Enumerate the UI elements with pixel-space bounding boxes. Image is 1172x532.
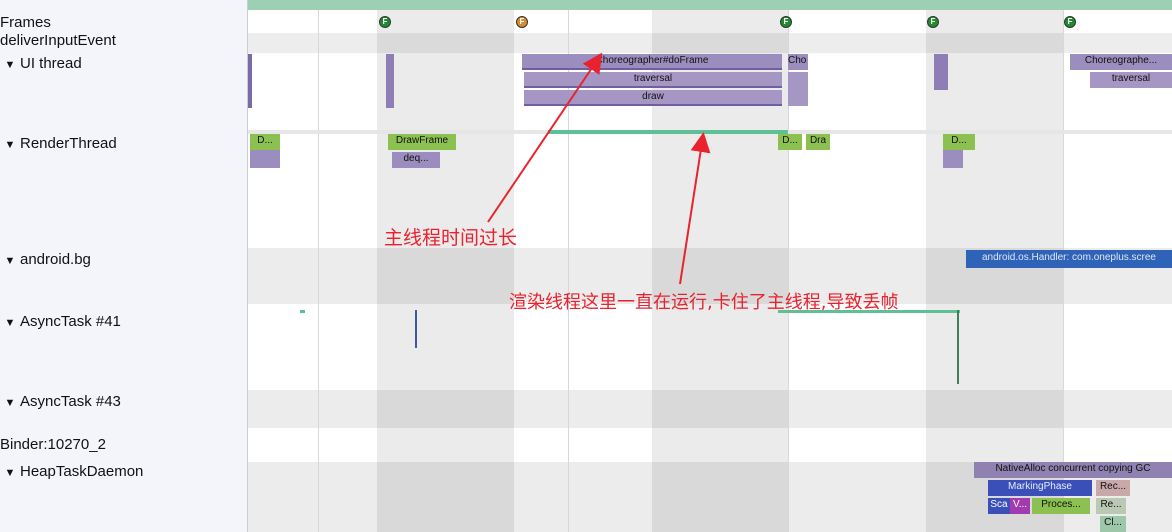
- track-label: android.bg: [20, 251, 91, 268]
- track-label: AsyncTask #41: [20, 313, 121, 330]
- track-asynctask-43[interactable]: ▼ AsyncTask #43: [0, 393, 121, 410]
- track-label: RenderThread: [20, 135, 117, 152]
- timeline-view[interactable]: F F F F F Choreographer#doFrame traversa…: [248, 0, 1172, 532]
- expand-triangle-icon[interactable]: ▼: [0, 467, 20, 479]
- track-ui-thread[interactable]: ▼ UI thread: [0, 55, 82, 72]
- track-label: HeapTaskDaemon: [20, 463, 144, 480]
- annotation-arrows: [487, 52, 711, 285]
- arrow-to-main-thread: [487, 52, 603, 223]
- expand-triangle-icon[interactable]: ▼: [0, 139, 20, 151]
- expand-triangle-icon[interactable]: ▼: [0, 59, 20, 71]
- track-heap-task-daemon[interactable]: ▼ HeapTaskDaemon: [0, 463, 144, 480]
- track-asynctask-41[interactable]: ▼ AsyncTask #41: [0, 313, 121, 330]
- annotation-main-thread-too-long: 主线程时间过长: [384, 227, 518, 249]
- expand-triangle-icon[interactable]: ▼: [0, 397, 20, 409]
- track-label: Binder:10270_2: [0, 436, 106, 453]
- track-label: Frames: [0, 14, 51, 31]
- track-label: AsyncTask #43: [20, 393, 121, 410]
- expand-triangle-icon[interactable]: ▼: [0, 317, 20, 329]
- annotation-render-thread-blocking: 渲染线程这里一直在运行,卡住了主线程,导致丢帧: [509, 292, 899, 313]
- track-binder[interactable]: Binder:10270_2: [0, 436, 106, 453]
- track-frames[interactable]: Frames: [0, 14, 51, 31]
- expand-triangle-icon[interactable]: ▼: [0, 255, 20, 267]
- arrow-to-render-thread: [679, 132, 711, 285]
- track-android-bg[interactable]: ▼ android.bg: [0, 251, 91, 268]
- track-label: deliverInputEvent: [0, 32, 116, 49]
- track-render-thread[interactable]: ▼ RenderThread: [0, 135, 117, 152]
- track-deliver-input-event[interactable]: deliverInputEvent: [0, 32, 116, 49]
- track-label: UI thread: [20, 55, 82, 72]
- track-label-panel: Frames deliverInputEvent ▼ UI thread ▼ Ren…: [0, 0, 248, 532]
